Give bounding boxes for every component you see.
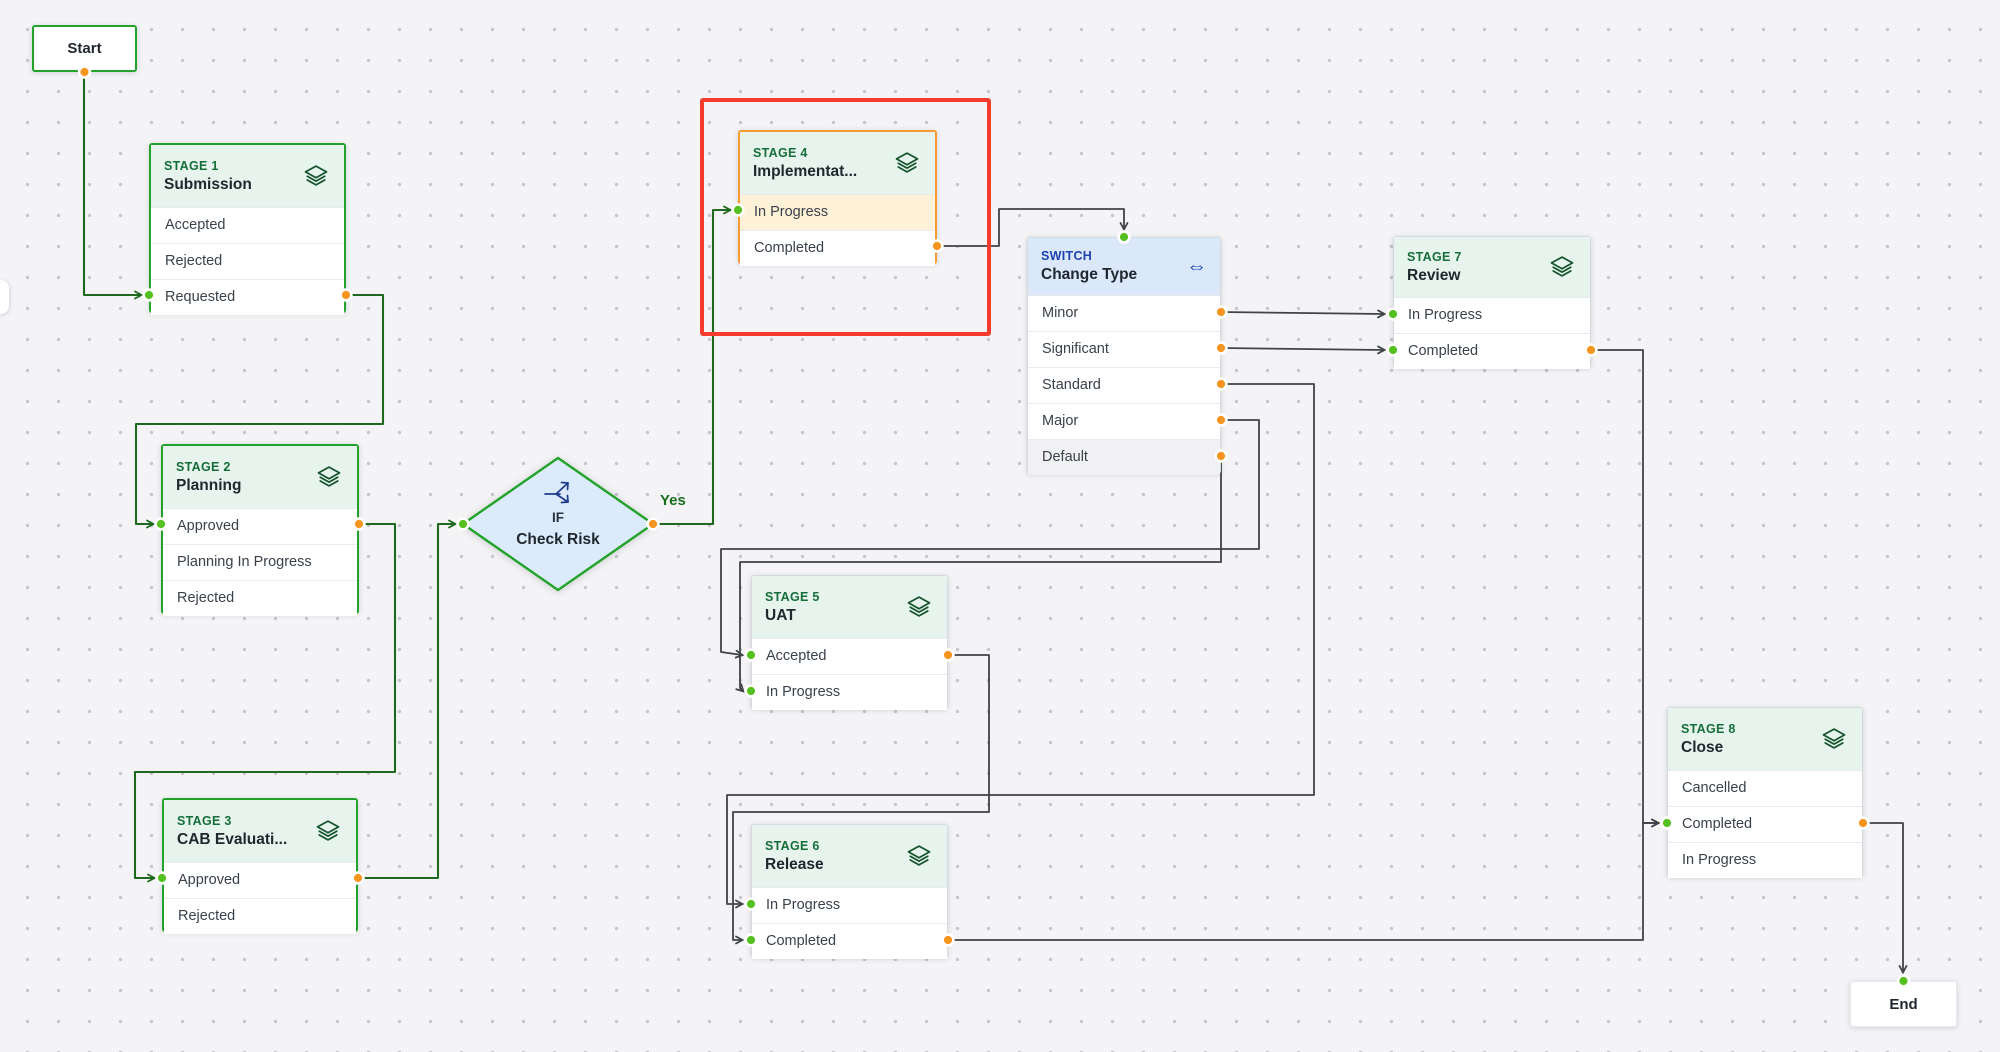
swap-arrows-icon: ⇔ — [1186, 256, 1207, 277]
stage8-row-in-progress[interactable]: In Progress — [1668, 842, 1862, 878]
stage4-row-in-progress[interactable]: In Progress — [740, 194, 935, 230]
stage4-kind-label: STAGE 4 — [753, 146, 857, 160]
stage6-node[interactable]: STAGE 6 Release In ProgressCompleted — [751, 824, 948, 958]
stage6-row-completed[interactable]: Completed — [752, 923, 947, 959]
end-node[interactable]: End — [1850, 981, 1957, 1027]
stage5-row-accepted[interactable]: Accepted — [752, 638, 947, 674]
stage7-title: Review — [1407, 267, 1462, 285]
stage6-title: Release — [765, 856, 824, 874]
stage2-title: Planning — [176, 477, 241, 495]
start-label: Start — [67, 40, 101, 57]
stage6-row-in-progress[interactable]: In Progress — [752, 887, 947, 923]
stage1-row-rejected[interactable]: Rejected — [151, 243, 344, 279]
switch1-header: SWITCH Change Type ⇔ — [1028, 238, 1220, 295]
stage1-row-requested[interactable]: Requested — [151, 279, 344, 315]
stage7-header: STAGE 7 Review — [1394, 237, 1590, 297]
stage3-node[interactable]: STAGE 3 CAB Evaluati... ApprovedRejected — [162, 798, 358, 932]
switch1-row-standard[interactable]: Standard — [1028, 367, 1220, 403]
decision-kind-label: IF — [552, 510, 564, 525]
stage7-kind-label: STAGE 7 — [1407, 250, 1462, 264]
stage5-kind-label: STAGE 5 — [765, 590, 820, 604]
decision-title: Check Risk — [516, 531, 600, 548]
stage3-row-rejected[interactable]: Rejected — [164, 898, 356, 934]
layers-icon — [314, 463, 344, 491]
layers-icon — [301, 162, 331, 190]
stage6-header: STAGE 6 Release — [752, 825, 947, 887]
stage5-node[interactable]: STAGE 5 UAT AcceptedIn Progress — [751, 575, 948, 709]
end-label: End — [1889, 996, 1917, 1013]
switch1-title: Change Type — [1041, 266, 1137, 284]
diagram-canvas[interactable]: Start STAGE 1 Submission AcceptedRejecte… — [0, 0, 2000, 1052]
stage5-title: UAT — [765, 607, 820, 625]
connector-switch-significant-to-stage7-completed[interactable] — [1221, 348, 1384, 350]
stage1-node[interactable]: STAGE 1 Submission AcceptedRejectedReque… — [149, 143, 346, 313]
stage5-header: STAGE 5 UAT — [752, 576, 947, 638]
stage1-kind-label: STAGE 1 — [164, 159, 252, 173]
stage2-header: STAGE 2 Planning — [163, 446, 357, 508]
stage2-row-rejected[interactable]: Rejected — [163, 580, 357, 616]
layers-icon — [1819, 725, 1849, 753]
stage8-header: STAGE 8 Close — [1668, 708, 1862, 770]
stage7-row-completed[interactable]: Completed — [1394, 333, 1590, 369]
stage8-title: Close — [1681, 739, 1736, 757]
connector-switch-minor-to-stage7-inprogress[interactable] — [1221, 312, 1384, 314]
layers-icon — [892, 149, 922, 177]
stage4-row-completed[interactable]: Completed — [740, 230, 935, 266]
connector-stage3-approved-to-if[interactable] — [358, 524, 455, 878]
stage1-title: Submission — [164, 176, 252, 194]
layers-icon — [1547, 253, 1577, 281]
stage3-header: STAGE 3 CAB Evaluati... — [164, 800, 356, 862]
stage3-row-approved[interactable]: Approved — [164, 862, 356, 898]
switch1-row-minor[interactable]: Minor — [1028, 295, 1220, 331]
switch1-node[interactable]: SWITCH Change Type ⇔MinorSignificantStan… — [1027, 237, 1221, 474]
start-node[interactable]: Start — [32, 25, 137, 72]
stage3-title: CAB Evaluati... — [177, 831, 287, 849]
stage6-kind-label: STAGE 6 — [765, 839, 824, 853]
stage8-node[interactable]: STAGE 8 Close CancelledCompletedIn Progr… — [1667, 707, 1863, 877]
decision-node-check-risk[interactable]: IF Check Risk — [459, 454, 657, 594]
switch1-row-default[interactable]: Default — [1028, 439, 1220, 475]
connector-start-to-stage1-requested[interactable] — [84, 72, 141, 295]
connector-stage7-completed-to-stage8-completed[interactable] — [1591, 350, 1658, 823]
connector-stage8-completed-to-end[interactable] — [1863, 823, 1903, 972]
switch1-kind-label: SWITCH — [1041, 249, 1137, 263]
layers-icon — [313, 817, 343, 845]
switch1-row-significant[interactable]: Significant — [1028, 331, 1220, 367]
stage1-row-accepted[interactable]: Accepted — [151, 207, 344, 243]
stage8-kind-label: STAGE 8 — [1681, 722, 1736, 736]
stage2-row-approved[interactable]: Approved — [163, 508, 357, 544]
stage2-row-planning-in-progress[interactable]: Planning In Progress — [163, 544, 357, 580]
stage4-node[interactable]: STAGE 4 Implementat... In ProgressComple… — [738, 130, 937, 264]
stage5-row-in-progress[interactable]: In Progress — [752, 674, 947, 710]
stage4-title: Implementat... — [753, 163, 857, 181]
stage8-row-completed[interactable]: Completed — [1668, 806, 1862, 842]
stage1-header: STAGE 1 Submission — [151, 145, 344, 207]
stage3-kind-label: STAGE 3 — [177, 814, 287, 828]
layers-icon — [904, 842, 934, 870]
stage7-node[interactable]: STAGE 7 Review In ProgressCompleted — [1393, 236, 1591, 368]
stage8-row-cancelled[interactable]: Cancelled — [1668, 770, 1862, 806]
switch1-row-major[interactable]: Major — [1028, 403, 1220, 439]
stage4-header: STAGE 4 Implementat... — [740, 132, 935, 194]
side-panel-handle[interactable] — [0, 280, 9, 314]
stage7-row-in-progress[interactable]: In Progress — [1394, 297, 1590, 333]
stage2-kind-label: STAGE 2 — [176, 460, 241, 474]
yes-branch-label: Yes — [660, 492, 686, 509]
stage2-node[interactable]: STAGE 2 Planning ApprovedPlanning In Pro… — [161, 444, 359, 614]
connector-stage6-completed-to-stage8-completed[interactable] — [948, 823, 1658, 940]
layers-icon — [904, 593, 934, 621]
